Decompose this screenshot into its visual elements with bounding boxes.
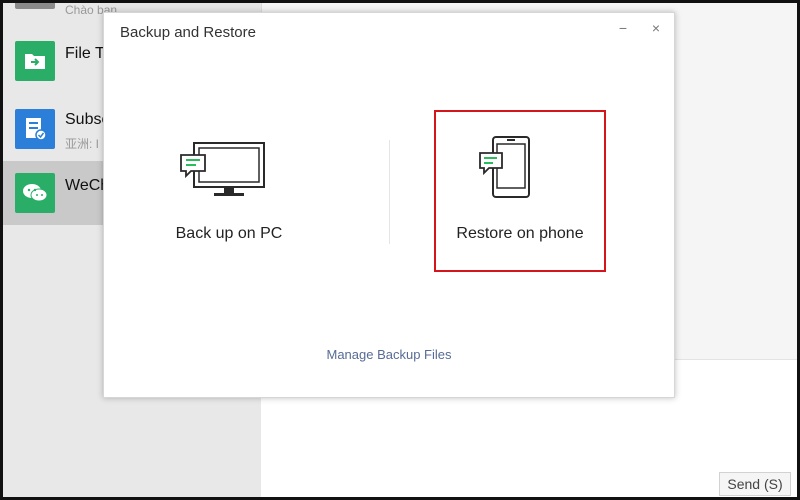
wechat-icon [15, 173, 55, 213]
manage-backup-files-link[interactable]: Manage Backup Files [104, 347, 674, 362]
chat-item-preview: 亚洲: I [65, 137, 100, 151]
subscription-icon [15, 109, 55, 149]
highlight-box [434, 110, 606, 272]
monitor-icon [180, 142, 265, 196]
dialog-title: Backup and Restore [120, 24, 256, 41]
app-window: Chào bạn File T Subsc 亚洲: I WeCh Send (S… [0, 0, 800, 500]
minimize-button[interactable]: − [614, 19, 632, 37]
close-button[interactable]: × [647, 19, 665, 37]
backup-on-pc-option[interactable]: Back up on PC [144, 133, 314, 253]
send-button[interactable]: Send (S) [719, 472, 791, 496]
user-avatar [15, 3, 55, 9]
backup-restore-dialog: Backup and Restore − × Back up on PC Res… [103, 12, 675, 398]
options-divider [389, 140, 390, 244]
file-transfer-icon [15, 41, 55, 81]
backup-on-pc-label: Back up on PC [175, 225, 283, 242]
chat-item-name: File T [65, 45, 105, 62]
